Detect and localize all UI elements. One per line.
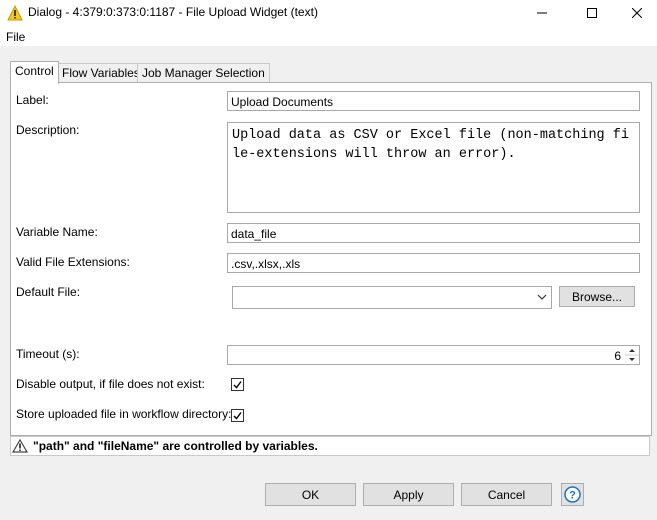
help-button[interactable]: ? xyxy=(561,483,584,506)
spinner-arrows-icon xyxy=(625,349,639,361)
checkmark-icon xyxy=(233,381,242,389)
svg-text:?: ? xyxy=(569,490,576,502)
description-textarea[interactable]: Upload data as CSV or Excel file (non-ma… xyxy=(227,122,640,213)
timeout-spinner[interactable]: 6 xyxy=(227,345,640,365)
apply-button[interactable]: Apply xyxy=(363,483,454,506)
tab-flow-variables[interactable]: Flow Variables xyxy=(57,63,145,83)
browse-button[interactable]: Browse... xyxy=(559,286,635,307)
store-uploaded-label: Store uploaded file in workflow director… xyxy=(16,407,232,421)
close-button[interactable] xyxy=(614,0,657,26)
timeout-spinner-arrows[interactable] xyxy=(625,346,639,364)
window-title: Dialog - 4:379:0:373:0:1187 - File Uploa… xyxy=(28,5,318,19)
disable-output-label: Disable output, if file does not exist: xyxy=(16,377,205,391)
chevron-down-icon xyxy=(537,294,547,300)
ok-button[interactable]: OK xyxy=(265,483,356,506)
timeout-label: Timeout (s): xyxy=(16,347,80,361)
help-icon: ? xyxy=(564,486,581,503)
default-file-combobox[interactable] xyxy=(232,286,552,309)
label-label: Label: xyxy=(16,93,49,107)
close-icon xyxy=(632,8,642,18)
tab-job-manager-selection[interactable]: Job Manager Selection xyxy=(137,63,270,83)
label-input[interactable]: Upload Documents xyxy=(227,91,640,111)
menu-file[interactable]: File xyxy=(6,30,25,44)
valid-extensions-input[interactable]: .csv,.xlsx,.xls xyxy=(227,253,640,273)
store-uploaded-checkbox[interactable] xyxy=(231,409,244,422)
disable-output-checkbox[interactable] xyxy=(231,378,244,391)
checkmark-icon xyxy=(233,412,242,420)
title-bar: Dialog - 4:379:0:373:0:1187 - File Uploa… xyxy=(0,0,657,26)
variable-name-label: Variable Name: xyxy=(16,225,98,239)
minimize-icon xyxy=(537,12,547,14)
warning-text: "path" and "fileName" are controlled by … xyxy=(33,439,318,453)
warning-triangle-icon xyxy=(7,5,23,21)
tab-control[interactable]: Control xyxy=(10,61,59,84)
valid-extensions-label: Valid File Extensions: xyxy=(16,255,130,269)
minimize-button[interactable] xyxy=(519,0,565,26)
warning-icon xyxy=(12,439,28,453)
maximize-button[interactable] xyxy=(569,0,615,26)
default-file-label: Default File: xyxy=(16,285,81,299)
maximize-icon xyxy=(587,8,597,18)
menu-bar: File xyxy=(0,26,657,46)
cancel-button[interactable]: Cancel xyxy=(461,483,552,506)
description-label: Description: xyxy=(16,123,80,137)
variable-name-input[interactable]: data_file xyxy=(227,223,640,243)
variable-warning-bar: "path" and "fileName" are controlled by … xyxy=(10,436,650,456)
